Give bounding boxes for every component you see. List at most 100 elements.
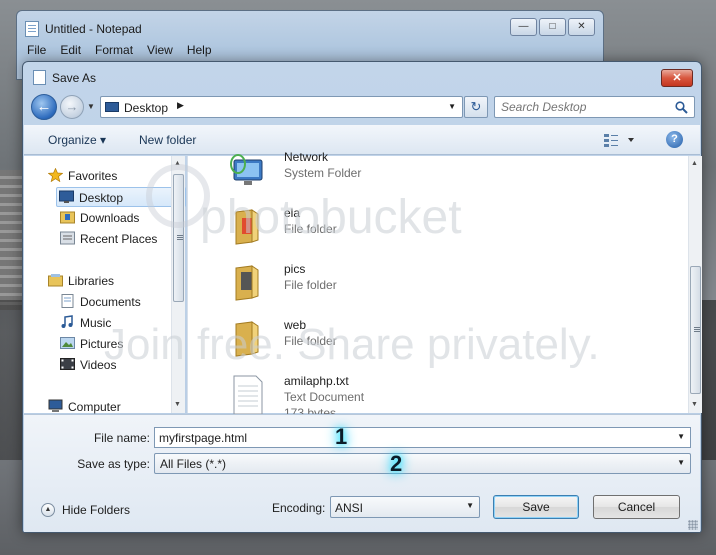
sidebar-item-label: Libraries <box>68 274 115 288</box>
help-icon[interactable]: ? <box>666 131 683 148</box>
refresh-button[interactable]: ↻ <box>464 96 488 118</box>
notepad-icon <box>33 70 46 85</box>
computer-icon <box>48 399 63 412</box>
sidebar-item-label: Downloads <box>80 211 140 225</box>
breadcrumb-chevron-icon[interactable]: ▶ <box>177 100 184 111</box>
organize-menu[interactable]: Organize ▾ <box>48 133 106 147</box>
search-input[interactable] <box>501 100 671 114</box>
chevron-down-icon[interactable]: ▼ <box>466 501 474 510</box>
network-icon <box>230 154 263 185</box>
menu-help[interactable]: Help <box>187 43 212 57</box>
scroll-down-arrow-icon[interactable]: ▼ <box>174 401 181 408</box>
address-bar[interactable]: Desktop ▶ ▼ <box>100 96 463 118</box>
forward-button[interactable]: → <box>60 95 84 119</box>
menu-edit[interactable]: Edit <box>60 43 81 57</box>
file-name: pics <box>284 262 306 276</box>
save-as-dialog: Save As ✕ ← → ▼ Desktop ▶ ▼ ↻ Organize ▾… <box>22 61 702 533</box>
scrollbar-thumb[interactable] <box>690 266 701 394</box>
pictures-icon <box>60 337 75 349</box>
folder-icon <box>235 321 259 357</box>
chevron-up-icon: ▲ <box>41 503 55 517</box>
libraries-icon <box>48 274 63 287</box>
sidebar-item-label: Recent Places <box>80 232 158 246</box>
menu-view[interactable]: View <box>147 43 173 57</box>
notepad-close-button[interactable]: ✕ <box>568 18 595 36</box>
file-type: System Folder <box>284 166 362 180</box>
maximize-button[interactable]: □ <box>539 18 566 36</box>
encoding-value: ANSI <box>335 501 364 515</box>
file-type: File folder <box>284 278 337 292</box>
desktop-icon <box>105 102 119 112</box>
notepad-icon <box>25 21 39 37</box>
dialog-close-button[interactable]: ✕ <box>661 69 693 87</box>
scrollbar-grip-icon <box>177 235 183 240</box>
notepad-menubar: File Edit Format View Help <box>27 43 212 57</box>
sidebar-item-label: Favorites <box>68 169 118 183</box>
search-icon[interactable] <box>675 101 688 114</box>
save-button[interactable]: Save <box>493 495 579 519</box>
minimize-button[interactable]: — <box>510 18 537 36</box>
recent-places-icon <box>60 231 75 245</box>
chevron-down-icon[interactable]: ▼ <box>677 458 685 467</box>
address-desktop[interactable]: Desktop <box>124 101 168 115</box>
folder-icon <box>235 265 259 301</box>
folder-icon <box>235 209 259 245</box>
sidebar-item-label: Videos <box>80 358 117 372</box>
list-item[interactable]: pics File folder <box>228 256 628 306</box>
file-type: Text Document <box>284 390 365 404</box>
text-document-icon <box>233 375 263 414</box>
file-type: File folder <box>284 334 337 348</box>
list-item[interactable]: ela File folder <box>228 200 628 250</box>
file-name-input[interactable] <box>159 431 669 445</box>
annotation-number-1: 1 <box>335 424 348 449</box>
notepad-title: Untitled - Notepad <box>45 22 142 36</box>
documents-icon <box>61 294 74 308</box>
list-item[interactable]: Network System Folder <box>228 144 628 194</box>
save-options-area: File name: ▼ Save as type: All Files (*.… <box>24 414 700 532</box>
notepad-window-controls: — □ ✕ <box>510 18 595 36</box>
scroll-up-arrow-icon[interactable]: ▲ <box>691 160 698 167</box>
sidebar-item-label: Pictures <box>80 337 124 351</box>
file-list-pane: Network System Folder ela File folder pi… <box>187 150 702 420</box>
scrollbar-grip-icon <box>694 327 700 332</box>
music-icon <box>61 315 73 328</box>
sidebar-item-label: Desktop <box>79 191 124 205</box>
file-name: ela <box>284 206 301 220</box>
scroll-down-arrow-icon[interactable]: ▼ <box>691 401 698 408</box>
search-box[interactable] <box>494 96 695 118</box>
hide-folders-label: Hide Folders <box>62 503 131 517</box>
sidebar-item-label: Documents <box>80 295 141 309</box>
videos-icon <box>60 358 75 370</box>
menu-file[interactable]: File <box>27 43 46 57</box>
file-name-field[interactable]: ▼ <box>154 427 691 448</box>
desktop-icon <box>59 190 74 203</box>
chevron-down-icon[interactable]: ▼ <box>677 432 685 441</box>
file-type: File folder <box>284 222 337 236</box>
file-name: Network <box>284 150 329 164</box>
list-item[interactable]: web File folder <box>228 312 628 362</box>
back-button[interactable]: ← <box>31 94 57 120</box>
dialog-titlebar[interactable]: Save As ✕ <box>23 62 701 92</box>
new-folder-button[interactable]: New folder <box>139 133 196 147</box>
address-dropdown-icon[interactable]: ▼ <box>448 102 456 111</box>
file-list-scrollbar[interactable]: ▲ ▼ <box>688 156 702 413</box>
recent-locations-dropdown[interactable]: ▼ <box>87 102 95 111</box>
encoding-select[interactable]: ANSI ▼ <box>330 496 480 518</box>
save-as-type-select[interactable]: All Files (*.*) ▼ <box>154 453 691 474</box>
sidebar-item-label: Computer <box>68 400 121 414</box>
star-icon <box>48 168 63 182</box>
resize-grip-icon[interactable] <box>688 520 698 530</box>
encoding-label: Encoding: <box>272 501 326 515</box>
navigation-bar: ← → ▼ Desktop ▶ ▼ ↻ <box>23 92 701 122</box>
menu-format[interactable]: Format <box>95 43 133 57</box>
watermark-logo-icon <box>146 164 210 228</box>
dialog-title: Save As <box>52 71 97 85</box>
downloads-folder-icon <box>60 211 75 224</box>
file-name: amilaphp.txt <box>284 374 349 388</box>
save-as-type-label: Save as type: <box>77 457 150 471</box>
file-name: web <box>284 318 307 332</box>
cancel-button[interactable]: Cancel <box>593 495 680 519</box>
annotation-number-2: 2 <box>390 451 403 476</box>
list-item[interactable]: amilaphp.txt Text Document 173 bytes <box>228 368 628 420</box>
save-as-type-value: All Files (*.*) <box>160 457 227 471</box>
